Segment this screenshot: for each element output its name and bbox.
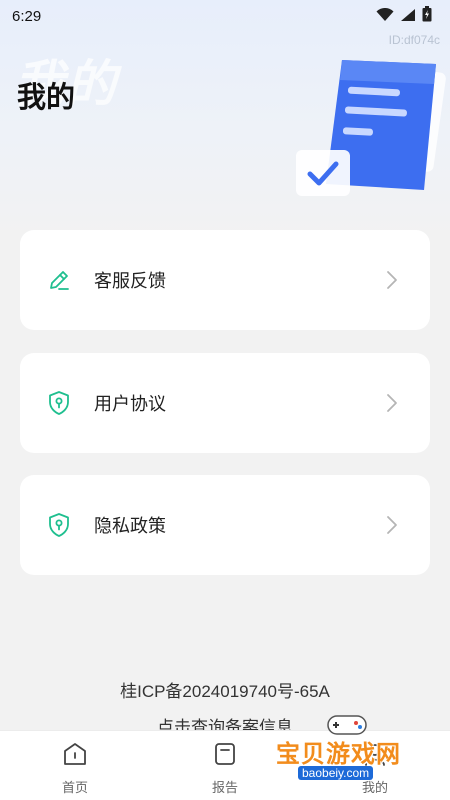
battery-icon (422, 6, 432, 26)
tab-label: 首页 (61, 781, 88, 796)
menu-item-feedback[interactable]: 客服反馈 (20, 230, 430, 330)
page-title: 我的 (17, 80, 76, 114)
report-icon (212, 741, 238, 771)
shield-lock-icon (46, 512, 72, 538)
chevron-right-icon (386, 393, 398, 413)
wifi-icon (376, 7, 394, 26)
watermark-brand-text: 宝贝游戏网 (276, 740, 401, 768)
chevron-right-icon (386, 515, 398, 535)
device-id: ID:df074c (388, 33, 440, 47)
menu-item-label: 隐私政策 (94, 516, 166, 537)
document-check-illustration (290, 50, 450, 214)
menu-item-label: 用户协议 (94, 394, 166, 415)
edit-pencil-icon (46, 267, 72, 293)
status-time: 6:29 (12, 7, 42, 25)
tab-home[interactable]: 首页 (0, 731, 150, 800)
menu-item-label: 客服反馈 (94, 271, 166, 292)
menu-item-user-agreement[interactable]: 用户协议 (20, 353, 430, 453)
watermark-url: baobeiy.com (298, 766, 374, 780)
signal-icon (400, 7, 416, 26)
home-icon (62, 741, 88, 771)
status-bar: 6:29 (0, 0, 450, 32)
chevron-right-icon (386, 270, 398, 290)
status-icons (376, 6, 432, 26)
icp-number: 桂ICP备2024019740号-65A (120, 682, 330, 701)
shield-lock-icon (46, 390, 72, 416)
site-watermark: 宝贝游戏网 baobeiy.com (270, 712, 430, 792)
menu-item-privacy-policy[interactable]: 隐私政策 (20, 475, 430, 575)
tab-label: 报告 (211, 781, 238, 796)
